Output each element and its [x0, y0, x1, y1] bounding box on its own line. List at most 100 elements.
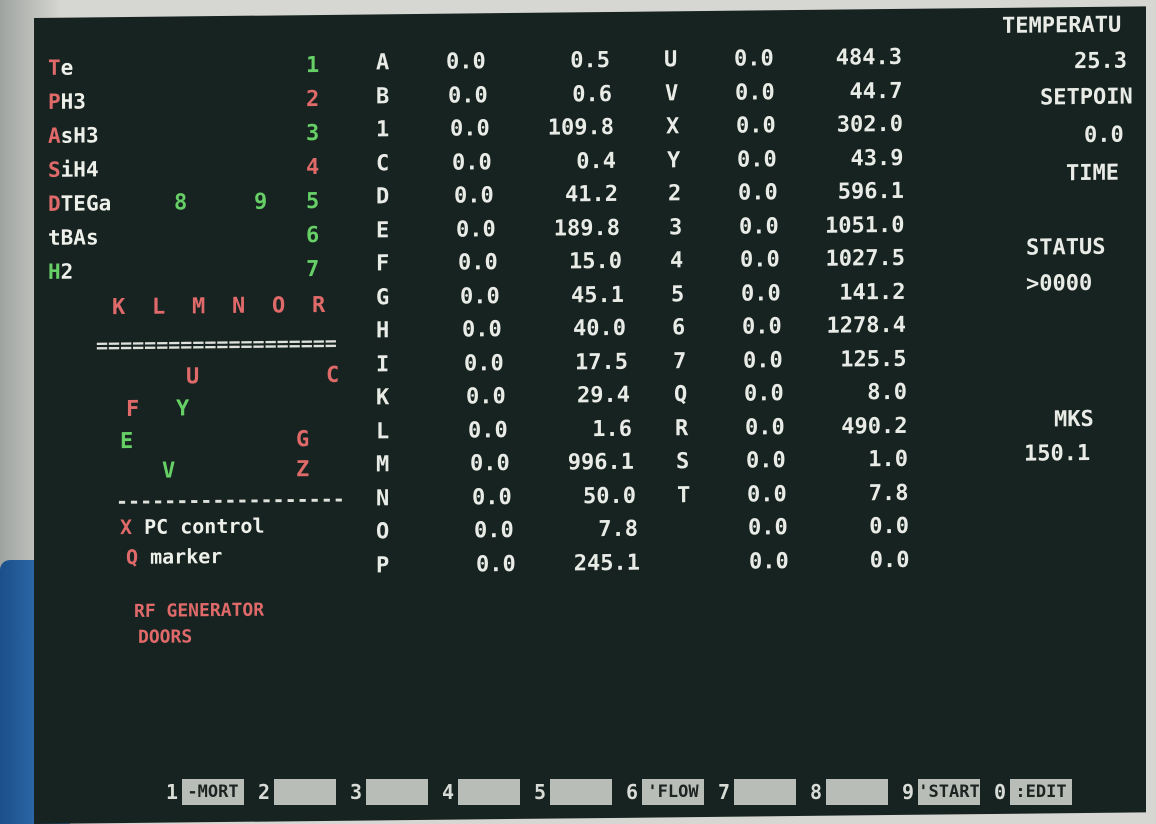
mks-value: 150.1	[1024, 440, 1091, 467]
actual-value: 1051.0	[825, 212, 905, 239]
function-key-label	[826, 779, 888, 805]
actual-value: 245.1	[573, 550, 640, 576]
marker-item[interactable]: Q marker	[126, 544, 222, 569]
gas-extra-number: 9	[254, 189, 268, 215]
actual-value: 490.2	[841, 413, 908, 440]
valve-letter[interactable]: R	[312, 293, 325, 318]
diagram-letter-c: C	[326, 362, 340, 388]
actual-value: 7.8	[868, 480, 909, 506]
gas-initial: D	[48, 191, 61, 216]
doors-label: DOORS	[138, 626, 193, 648]
gas-row[interactable]: PH3	[48, 89, 86, 113]
setpoint-value: 0.0	[741, 280, 781, 307]
valve-letter[interactable]: L	[152, 295, 165, 320]
actual-value: 29.4	[577, 382, 630, 409]
function-key-label	[274, 779, 336, 805]
setpoint-value: 0.0	[446, 49, 486, 75]
channel-label: G	[376, 284, 390, 310]
setpoint-value: 0.0	[737, 146, 777, 173]
setpoint-value: 0.0	[448, 82, 488, 109]
gas-row[interactable]: Te	[48, 55, 74, 80]
terminal-screen: Te 1 PH3 2 AsH3 3 SiH4 4 DTEGa 5 8 9 tBAs 6 H2 7 KLMNOR…	[34, 6, 1146, 824]
function-key-6[interactable]: 6 'FLOW	[626, 778, 704, 806]
actual-value: 0.0	[869, 547, 910, 573]
function-key-1[interactable]: 1 -MORT	[166, 778, 244, 806]
gas-number: 2	[306, 87, 320, 113]
function-key-9[interactable]: 9 'START	[902, 778, 980, 806]
actual-value: 8.0	[867, 379, 907, 406]
actual-value: 1278.4	[826, 312, 906, 339]
channel-label: N	[376, 485, 390, 511]
setpoint-value: 0.0	[735, 79, 775, 106]
setpoint-value: 0.0	[749, 548, 789, 575]
single-separator: -------------------	[116, 486, 345, 514]
gas-row[interactable]: DTEGa	[48, 191, 112, 216]
status-value: >0000	[1026, 270, 1093, 297]
setpoint-value: 0.0	[454, 183, 494, 209]
function-key-0[interactable]: 0:EDIT	[994, 778, 1072, 806]
function-key-label: 'START	[918, 779, 980, 805]
status-label: STATUS	[1026, 234, 1106, 261]
channel-label: 7	[673, 348, 687, 374]
diagram-letter-g: G	[296, 427, 310, 453]
function-key-number: 0	[994, 780, 1007, 804]
setpoint-value: 0.0	[452, 149, 492, 176]
actual-value: 109.8	[547, 114, 614, 141]
gas-name-rest: BAs	[60, 225, 99, 250]
function-key-7[interactable]: 7	[718, 778, 796, 806]
channel-label: K	[376, 385, 390, 411]
function-key-4[interactable]: 4	[442, 778, 520, 806]
function-key-label: :EDIT	[1010, 779, 1072, 805]
setpoint-label: SETPOIN	[1040, 84, 1133, 111]
rf-generator-label: RF GENERATOR	[134, 599, 265, 622]
gas-row[interactable]: SiH4	[48, 157, 99, 182]
setpoint-value: 0.0	[748, 515, 788, 541]
channel-label: H	[376, 318, 390, 344]
gas-row[interactable]: tBAs	[48, 225, 99, 250]
channel-label: 1	[376, 117, 390, 143]
function-key-2[interactable]: 2	[258, 778, 336, 806]
function-key-number: 4	[442, 780, 455, 804]
function-key-3[interactable]: 3	[350, 778, 428, 806]
function-key-number: 6	[626, 780, 639, 804]
actual-value: 125.5	[840, 346, 907, 373]
gas-name-rest: TEGa	[60, 191, 112, 216]
actual-value: 1.0	[868, 446, 908, 473]
channel-label: F	[376, 251, 390, 277]
valve-letter[interactable]: N	[232, 294, 245, 319]
function-key-number: 3	[350, 780, 363, 804]
gas-row[interactable]: AsH3	[48, 123, 99, 148]
gas-number: 6	[306, 223, 320, 249]
gas-row[interactable]: H2	[48, 259, 73, 284]
function-key-label	[458, 779, 520, 805]
setpoint-value: 0.0	[743, 347, 783, 374]
actual-value: 41.2	[565, 181, 618, 208]
channel-label: V	[665, 80, 679, 106]
channel-label: Y	[667, 147, 681, 173]
setpoint-value: 0.0	[466, 384, 506, 410]
setpoint-value: 0.0	[470, 451, 510, 477]
gas-initial: t	[48, 225, 61, 250]
gas-initial: A	[48, 123, 61, 148]
gas-name-rest: e	[60, 55, 74, 80]
function-key-label	[366, 779, 428, 805]
function-key-label: 'FLOW	[642, 779, 704, 805]
valve-letter[interactable]: K	[112, 295, 125, 320]
diagram-letter-v: V	[162, 458, 176, 484]
function-key-5[interactable]: 5	[534, 778, 612, 806]
actual-value: 996.1	[567, 449, 634, 476]
channel-label: T	[677, 482, 691, 508]
function-key-number: 5	[534, 780, 547, 804]
pc-control-item[interactable]: X PC control	[120, 514, 265, 540]
pc-control-key: X	[120, 514, 133, 540]
valve-letter[interactable]: O	[272, 293, 285, 318]
setpoint-value: 0.0	[464, 350, 504, 376]
actual-value: 40.0	[573, 315, 626, 342]
setpoint-value: 0.0	[474, 517, 514, 544]
function-key-8[interactable]: 8	[810, 778, 888, 806]
gas-extra-number: 8	[174, 190, 188, 216]
valve-letter[interactable]: M	[192, 294, 205, 319]
mks-label: MKS	[1054, 406, 1094, 433]
channel-label: D	[376, 184, 390, 210]
gas-initial: H	[48, 259, 61, 284]
